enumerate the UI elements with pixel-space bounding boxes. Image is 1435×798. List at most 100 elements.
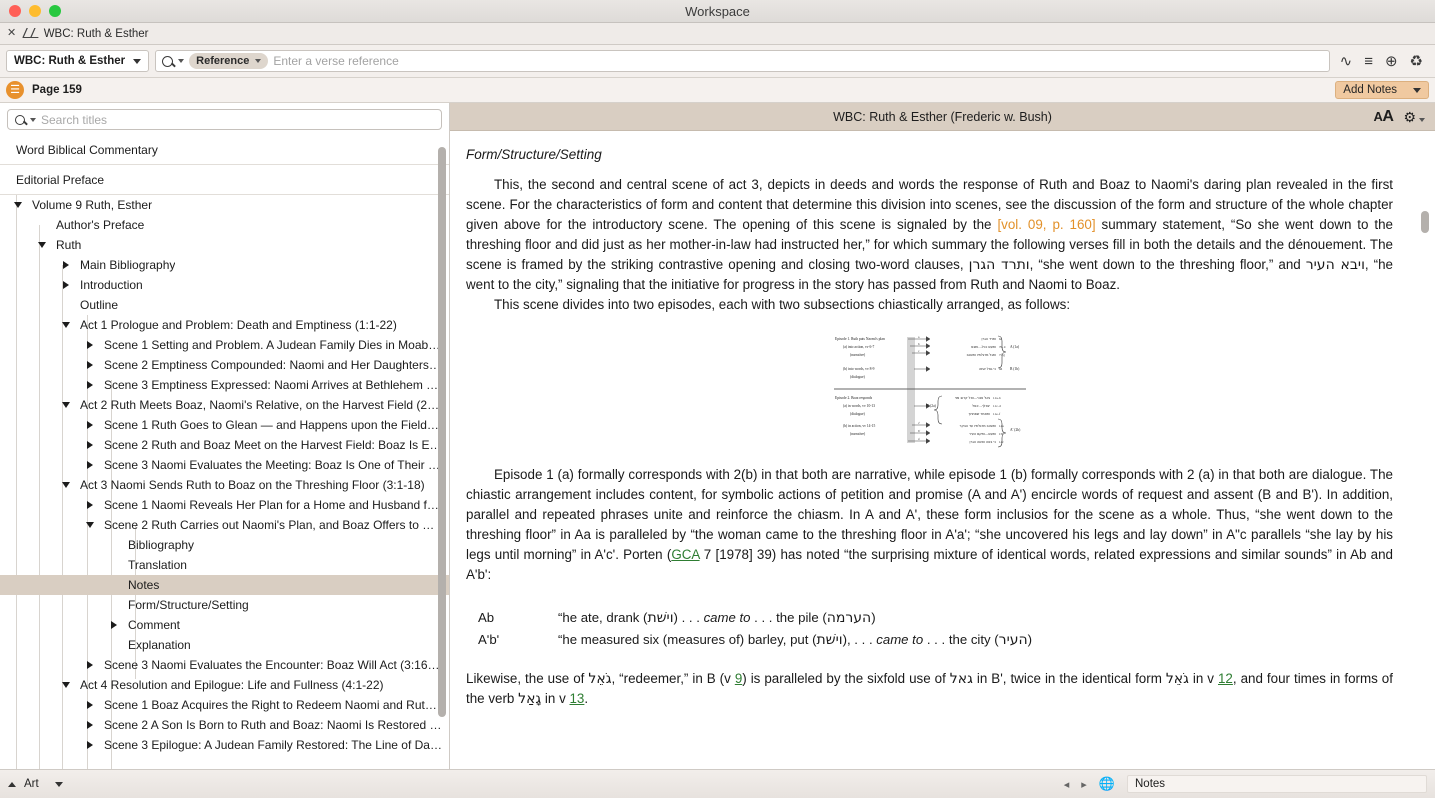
gca-link[interactable]: GCA: [671, 547, 699, 562]
tab-label[interactable]: WBC: Ruth & Esther: [44, 28, 149, 40]
tree-item-scene-1-boaz-acquires-the-right-to-redee[interactable]: Scene 1 Boaz Acquires the Right to Redee…: [0, 695, 449, 715]
volume-page-reference[interactable]: [vol. 09, p. 160]: [997, 217, 1095, 232]
tree-item-scene-3-naomi-evaluates-the-encounter-bo[interactable]: Scene 3 Naomi Evaluates the Encounter: B…: [0, 655, 449, 675]
chevron-right-icon[interactable]: [84, 661, 96, 669]
app-window: Workspace ✕ ⎳⎳ WBC: Ruth & Esther WBC: R…: [0, 0, 1435, 798]
chevron-right-icon[interactable]: [84, 341, 96, 349]
tree-item-scene-3-epilogue-a-judean-family-restore[interactable]: Scene 3 Epilogue: A Judean Family Restor…: [0, 735, 449, 755]
chevron-right-icon[interactable]: [84, 361, 96, 369]
tree-item-scene-3-naomi-evaluates-the-meeting-boaz[interactable]: Scene 3 Naomi Evaluates the Meeting: Boa…: [0, 455, 449, 475]
chevron-down-icon[interactable]: [178, 59, 185, 63]
chevron-right-icon[interactable]: [60, 261, 72, 269]
chevron-right-icon[interactable]: [60, 281, 72, 289]
sidebar-scrollbar-thumb[interactable]: [438, 147, 446, 717]
svg-text:כי באה ואשה הגרן: כי באה ואשה הגרן: [969, 440, 996, 444]
text-lines-icon[interactable]: ≡: [1364, 54, 1373, 69]
chevron-right-icon[interactable]: [108, 621, 120, 629]
book-selector[interactable]: WBC: Ruth & Esther: [6, 50, 150, 72]
book-selector-label: WBC: Ruth & Esther: [14, 55, 126, 67]
chevron-down-icon[interactable]: [84, 522, 96, 528]
tree-item-introduction[interactable]: Introduction: [0, 275, 449, 295]
tree-item-scene-2-ruth-carries-out-naomi-s-plan-an[interactable]: Scene 2 Ruth Carries out Naomi's Plan, a…: [0, 515, 449, 535]
tree-item-scene-1-ruth-goes-to-glean-and-happens-u[interactable]: Scene 1 Ruth Goes to Glean — and Happens…: [0, 415, 449, 435]
tree-item-main-bibliography[interactable]: Main Bibliography: [0, 255, 449, 275]
verse-search-bar[interactable]: Reference Enter a verse reference: [155, 50, 1330, 72]
chevron-right-icon[interactable]: [84, 701, 96, 709]
tree-item-scene-3-emptiness-expressed-naomi-arrive[interactable]: Scene 3 Emptiness Expressed: Naomi Arriv…: [0, 375, 449, 395]
chevron-down-icon[interactable]: [12, 202, 24, 208]
add-notes-button[interactable]: Add Notes: [1335, 81, 1429, 99]
chevron-down-icon[interactable]: [36, 242, 48, 248]
document-body[interactable]: Form/Structure/Setting This, the second …: [450, 131, 1435, 769]
list-icon[interactable]: ☰: [6, 81, 24, 99]
document-scrollbar-thumb[interactable]: [1421, 211, 1429, 233]
verse-link-13[interactable]: 13: [569, 691, 584, 706]
chevron-down-icon: [255, 59, 262, 63]
chevron-right-icon[interactable]: [84, 501, 96, 509]
paragraph-4-part-c: ) is paralleled by the sixfold use of: [742, 671, 950, 686]
document-scrollbar[interactable]: [1421, 135, 1429, 765]
chiastic-structure-diagram[interactable]: Episode 1. Ruth puts Naomi's plan (a) in…: [829, 331, 1030, 451]
sidebar-item-word-biblical-commentary[interactable]: Word Biblical Commentary: [0, 135, 449, 165]
tree-item-comment[interactable]: Comment: [0, 615, 449, 635]
art-selector[interactable]: Art: [8, 778, 63, 790]
tree-item-act-1-prologue-and-problem-death-and-emp[interactable]: Act 1 Prologue and Problem: Death and Em…: [0, 315, 449, 335]
tree-item-translation[interactable]: Translation: [0, 555, 449, 575]
search-input[interactable]: Search titles: [41, 113, 107, 127]
tree-item-act-4-resolution-and-epilogue-life-and-f[interactable]: Act 4 Resolution and Epilogue: Life and …: [0, 675, 449, 695]
recycle-icon[interactable]: ♻: [1410, 54, 1423, 69]
close-icon[interactable]: ✕: [7, 28, 16, 39]
wave-icon[interactable]: ∿: [1340, 54, 1353, 69]
chevron-down-icon[interactable]: [60, 402, 72, 408]
search-titles-box[interactable]: Search titles: [7, 109, 442, 130]
sidebar-item-editorial-preface[interactable]: Editorial Preface: [0, 165, 449, 195]
search-scope-pill[interactable]: Reference: [189, 53, 269, 69]
chevron-down-icon[interactable]: [60, 682, 72, 688]
chevron-down-icon[interactable]: [30, 117, 36, 122]
tree-item-scene-2-a-son-is-born-to-ruth-and-boaz-n[interactable]: Scene 2 A Son Is Born to Ruth and Boaz: …: [0, 715, 449, 735]
search-input[interactable]: Enter a verse reference: [273, 54, 398, 68]
parallel-italic: came to: [876, 632, 924, 647]
chevron-down-icon[interactable]: [60, 322, 72, 328]
font-size-icon[interactable]: AA: [1373, 108, 1393, 126]
tree-item-ruth[interactable]: Ruth: [0, 235, 449, 255]
tree-item-notes[interactable]: Notes: [0, 575, 449, 595]
content-header-tools: AA ⚙: [1373, 108, 1425, 126]
gear-icon[interactable]: ⚙: [1403, 110, 1425, 124]
tree-item-label: Main Bibliography: [80, 257, 176, 272]
tree-item-scene-1-naomi-reveals-her-plan-for-a-hom[interactable]: Scene 1 Naomi Reveals Her Plan for a Hom…: [0, 495, 449, 515]
prev-icon[interactable]: ◂: [1064, 778, 1070, 791]
chevron-right-icon[interactable]: [84, 441, 96, 449]
tree-item-outline[interactable]: Outline: [0, 295, 449, 315]
parallel-row-abprime: Aʹbʹ “he measured six (measures of) barl…: [466, 629, 1393, 651]
tree-item-act-3-naomi-sends-ruth-to-boaz-on-the-th[interactable]: Act 3 Naomi Sends Ruth to Boaz on the Th…: [0, 475, 449, 495]
chevron-down-icon[interactable]: [60, 482, 72, 488]
globe-icon[interactable]: 🌐: [1099, 776, 1115, 792]
tree-item-bibliography[interactable]: Bibliography: [0, 535, 449, 555]
verse-link-12[interactable]: 12: [1218, 671, 1233, 686]
sidebar-scrollbar[interactable]: [438, 137, 446, 765]
svg-text:Bʹ (2a): Bʹ (2a): [926, 404, 937, 408]
tree-item-volume-9-ruth-esther[interactable]: Volume 9 Ruth, Esther: [0, 195, 449, 215]
notes-field[interactable]: Notes: [1127, 775, 1427, 793]
tree-item-form-structure-setting[interactable]: Form/Structure/Setting: [0, 595, 449, 615]
chevron-right-icon[interactable]: [84, 381, 96, 389]
tree-item-explanation[interactable]: Explanation: [0, 635, 449, 655]
chevron-right-icon[interactable]: [84, 721, 96, 729]
chevron-right-icon[interactable]: [84, 741, 96, 749]
tree-item-scene-1-setting-and-problem-a-judean-fam[interactable]: Scene 1 Setting and Problem. A Judean Fa…: [0, 335, 449, 355]
chevron-right-icon[interactable]: [84, 421, 96, 429]
next-icon[interactable]: ▸: [1081, 778, 1087, 791]
content-split: Search titles Word Biblical Commentary Ed…: [0, 103, 1435, 769]
status-right-group: ◂ ▸ 🌐 Notes: [1064, 775, 1427, 793]
chevron-right-icon[interactable]: [84, 461, 96, 469]
content-pane: WBC: Ruth & Esther (Frederic w. Bush) AA…: [450, 103, 1435, 769]
expand-icon[interactable]: ⎳⎳: [22, 28, 39, 39]
toc-tree[interactable]: Word Biblical Commentary Editorial Prefac…: [0, 135, 449, 769]
plus-circle-icon[interactable]: ⊕: [1385, 54, 1398, 69]
tree-item-scene-2-emptiness-compounded-naomi-and-h[interactable]: Scene 2 Emptiness Compounded: Naomi and …: [0, 355, 449, 375]
tree-item-scene-2-ruth-and-boaz-meet-on-the-harves[interactable]: Scene 2 Ruth and Boaz Meet on the Harves…: [0, 435, 449, 455]
tree-item-act-2-ruth-meets-boaz-naomi-s-relative-o[interactable]: Act 2 Ruth Meets Boaz, Naomi's Relative,…: [0, 395, 449, 415]
tree-item-author-s-preface[interactable]: Author's Preface: [0, 215, 449, 235]
hebrew-hair: העיר: [998, 632, 1028, 648]
